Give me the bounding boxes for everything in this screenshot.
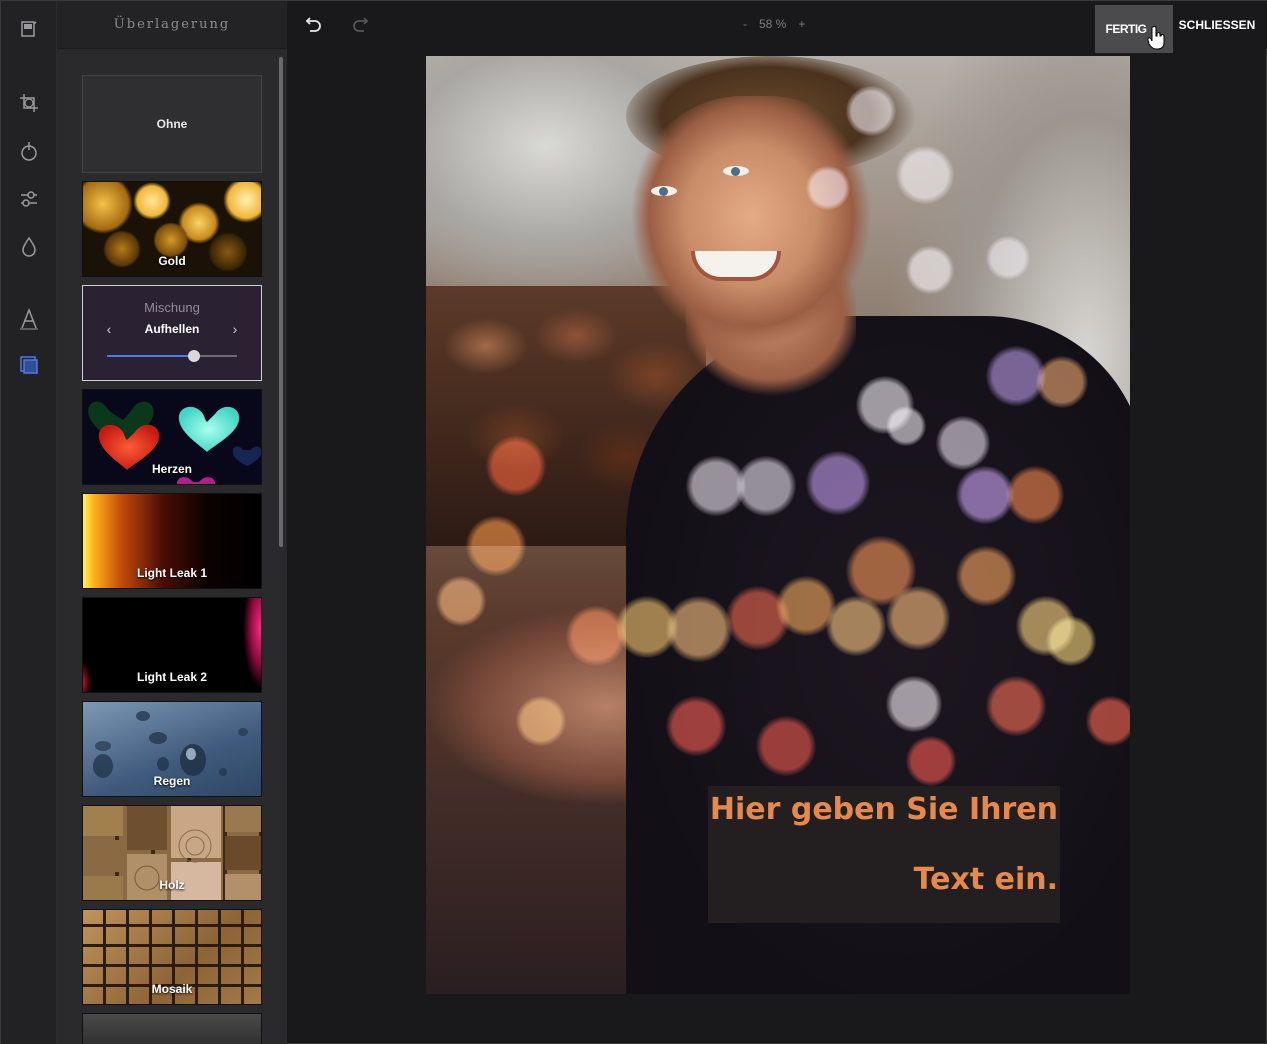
zoom-in-button[interactable]: +	[798, 17, 805, 31]
bokeh-spot	[806, 451, 870, 515]
bokeh-spot	[986, 676, 1046, 736]
photo-canvas[interactable]: Hier geben Sie Ihren Text ein.	[426, 56, 1130, 994]
eye-right	[723, 166, 749, 176]
close-button[interactable]: SCHLIESSEN	[1177, 5, 1257, 45]
overlay-tile-light-leak-2[interactable]: Light Leak 2	[82, 597, 262, 693]
photo-editor: Überlagerung Ohne Gold Mischung ‹ Aufhel…	[0, 0, 1267, 1044]
text-line-2[interactable]: Text ein.	[914, 862, 1058, 897]
overlay-tile-gold[interactable]: Gold	[82, 181, 262, 277]
bokeh-spot	[1086, 696, 1130, 746]
bokeh-spot	[886, 676, 942, 732]
bokeh-spot	[1046, 616, 1096, 666]
panel-title: Überlagerung	[57, 1, 287, 49]
zoom-out-button[interactable]: -	[743, 17, 747, 31]
tile-label: Light Leak 1	[136, 566, 207, 580]
overlay-icon[interactable]	[15, 351, 43, 379]
close-label: SCHLIESSEN	[1178, 18, 1256, 32]
top-bar: - 58 % + FERTIG SCHLIESSEN	[287, 1, 1267, 53]
bokeh-spot	[906, 246, 954, 294]
overlay-tile-wood[interactable]: Holz	[82, 805, 262, 901]
overlay-tile-none[interactable]: Ohne	[82, 75, 262, 173]
bokeh-spot	[666, 596, 732, 662]
tile-label: Regen	[153, 774, 191, 788]
overlay-tile-rain[interactable]: Regen	[82, 701, 262, 797]
drop-icon[interactable]	[15, 233, 43, 261]
done-label: FERTIG	[1105, 22, 1148, 36]
bokeh-spot	[986, 236, 1030, 280]
tile-label: Holz	[159, 878, 185, 892]
bokeh-spot	[756, 716, 816, 776]
slider-fill	[107, 355, 195, 357]
bokeh-spot	[516, 696, 566, 746]
slider-thumb[interactable]	[188, 350, 201, 362]
bokeh-spot	[886, 586, 950, 650]
tile-label: Gold	[158, 254, 186, 268]
undo-icon[interactable]	[301, 13, 325, 37]
bokeh-spot	[1036, 356, 1088, 408]
document-icon[interactable]	[15, 15, 43, 43]
tile-label: Mosaik	[151, 982, 193, 996]
bokeh-spot	[486, 436, 546, 496]
eye-left	[651, 186, 677, 196]
zoom-control: - 58 % +	[743, 17, 805, 31]
bokeh-spot	[886, 406, 926, 446]
chevron-right-icon[interactable]: ›	[227, 321, 243, 337]
overlay-tile-hearts[interactable]: Herzen	[82, 389, 262, 485]
opacity-slider[interactable]	[107, 350, 237, 362]
bokeh-spot	[666, 696, 726, 756]
bokeh-spot	[436, 576, 486, 626]
text-box[interactable]: Hier geben Sie Ihren Text ein.	[708, 786, 1060, 923]
bokeh-spot	[846, 86, 896, 136]
overlay-panel: Überlagerung Ohne Gold Mischung ‹ Aufhel…	[57, 1, 287, 1044]
blend-mode-label: Mischung	[144, 300, 200, 315]
panel-scrollbar[interactable]	[279, 57, 283, 547]
overlay-list[interactable]: Ohne Gold Mischung ‹ Aufhellen › Herzen …	[57, 49, 287, 1044]
bokeh-spot	[906, 736, 956, 786]
bokeh-spot	[466, 516, 526, 576]
overlay-tile-mosaic[interactable]: Mosaik	[82, 909, 262, 1005]
text-line-1[interactable]: Hier geben Sie Ihren	[710, 792, 1058, 827]
tool-rail	[1, 1, 57, 1044]
tile-label: Herzen	[151, 462, 192, 476]
bokeh-spot	[806, 166, 850, 210]
bokeh-spot	[936, 416, 990, 470]
crop-icon[interactable]	[15, 89, 43, 117]
adjust-icon[interactable]	[15, 185, 43, 213]
photo-face	[631, 96, 881, 346]
bokeh-spot	[896, 146, 954, 204]
tile-label: Light Leak 2	[136, 670, 207, 684]
bokeh-spot	[1006, 466, 1064, 524]
overlay-tile-light-leak-1[interactable]: Light Leak 1	[82, 493, 262, 589]
overlay-tile-stones[interactable]	[82, 1013, 262, 1044]
text-icon[interactable]	[15, 305, 43, 333]
filter-icon[interactable]	[15, 137, 43, 165]
hand-cursor-icon	[1147, 25, 1167, 56]
zoom-value: 58 %	[759, 17, 787, 31]
overlay-tile-blend[interactable]: Mischung ‹ Aufhellen ›	[82, 285, 262, 381]
tile-label: Ohne	[156, 117, 188, 131]
bokeh-spot	[736, 456, 796, 516]
redo-icon[interactable]	[349, 13, 373, 37]
bokeh-spot	[826, 596, 886, 656]
bokeh-spot	[956, 546, 1016, 606]
